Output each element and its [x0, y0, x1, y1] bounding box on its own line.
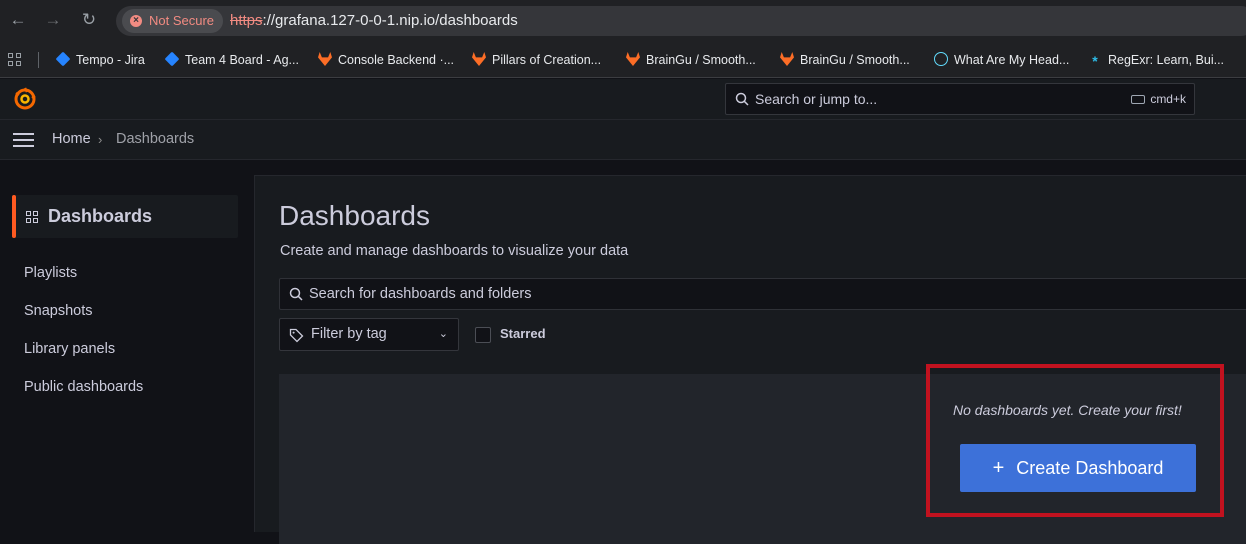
not-secure-badge[interactable]: × Not Secure: [122, 9, 224, 33]
page-title: Dashboards: [279, 200, 430, 231]
sidebar-item-library-panels[interactable]: Library panels: [24, 341, 115, 357]
breadcrumb: Home › Dashboards: [0, 119, 1246, 160]
grafana-logo-icon[interactable]: [13, 87, 37, 111]
bookmark-item[interactable]: Tempo - Jira: [55, 42, 145, 78]
keyboard-shortcut: cmd+k: [1131, 84, 1186, 114]
gitlab-icon: [626, 52, 640, 66]
sidebar-item-public-dashboards[interactable]: Public dashboards: [24, 379, 143, 395]
bookmark-item[interactable]: Pillars of Creation...: [472, 42, 601, 78]
page-subtitle: Create and manage dashboards to visualiz…: [280, 243, 629, 259]
forward-arrow-icon[interactable]: →: [42, 9, 64, 31]
breadcrumb-home[interactable]: Home: [52, 120, 91, 159]
bookmark-divider: [38, 52, 39, 68]
reload-icon[interactable]: ↻: [78, 9, 100, 31]
topbar-search-input[interactable]: Search or jump to... cmd+k: [725, 83, 1195, 115]
bookmarks-bar: Tempo - Jira Team 4 Board - Ag... Consol…: [0, 42, 1246, 78]
search-icon: [289, 287, 303, 301]
sidebar-item-playlists[interactable]: Playlists: [24, 265, 77, 281]
menu-icon[interactable]: [13, 133, 35, 147]
starred-checkbox[interactable]: [475, 327, 491, 343]
jira-icon: [55, 51, 71, 67]
sidebar: Dashboards Playlists Snapshots Library p…: [0, 161, 254, 532]
sidebar-item-snapshots[interactable]: Snapshots: [24, 303, 93, 319]
bookmark-item[interactable]: Console Backend ·...: [318, 42, 454, 78]
active-indicator: [12, 195, 16, 238]
url-text[interactable]: https://grafana.127-0-0-1.nip.io/dashboa…: [230, 6, 518, 36]
back-arrow-icon[interactable]: ←: [7, 9, 29, 31]
gitlab-icon: [780, 52, 794, 66]
react-icon: [934, 52, 948, 66]
warning-icon: ×: [130, 15, 142, 27]
address-bar[interactable]: × Not Secure https://grafana.127-0-0-1.n…: [116, 6, 1246, 36]
keyboard-icon: [1131, 95, 1146, 104]
search-placeholder: Search or jump to...: [755, 91, 878, 107]
search-icon: [735, 92, 749, 106]
breadcrumb-current: Dashboards: [116, 131, 195, 147]
tag-filter-placeholder: Filter by tag: [311, 326, 387, 342]
gitlab-icon: [318, 52, 332, 66]
apps-grid-icon[interactable]: [8, 53, 22, 67]
breadcrumb-separator: ›: [98, 132, 103, 147]
chevron-down-icon: ⌄: [438, 328, 448, 340]
sidebar-item-dashboards[interactable]: Dashboards: [12, 195, 238, 238]
bookmark-item[interactable]: BrainGu / Smooth...: [780, 42, 910, 78]
starred-label[interactable]: Starred: [500, 326, 546, 341]
bookmark-item[interactable]: * RegExr: Learn, Bui...: [1088, 42, 1224, 78]
highlight-box: [926, 364, 1224, 517]
dashboards-grid-icon: [26, 211, 38, 223]
bookmark-item[interactable]: What Are My Head...: [934, 42, 1069, 78]
gitlab-icon: [472, 52, 486, 66]
tag-filter-select[interactable]: Filter by tag ⌄: [279, 318, 459, 351]
tag-icon: [289, 328, 304, 343]
bookmark-item[interactable]: Team 4 Board - Ag...: [164, 42, 299, 78]
search-placeholder: Search for dashboards and folders: [309, 286, 532, 302]
regex-icon: *: [1092, 53, 1098, 69]
jira-icon: [164, 51, 180, 67]
grafana-topbar: Search or jump to... cmd+k: [0, 79, 1246, 119]
bookmark-item[interactable]: BrainGu / Smooth...: [626, 42, 756, 78]
browser-toolbar: ← → ↻ × Not Secure https://grafana.127-0…: [0, 0, 1246, 42]
sidebar-item-label: Dashboards: [48, 206, 153, 226]
dashboard-search-input[interactable]: Search for dashboards and folders: [279, 278, 1246, 310]
